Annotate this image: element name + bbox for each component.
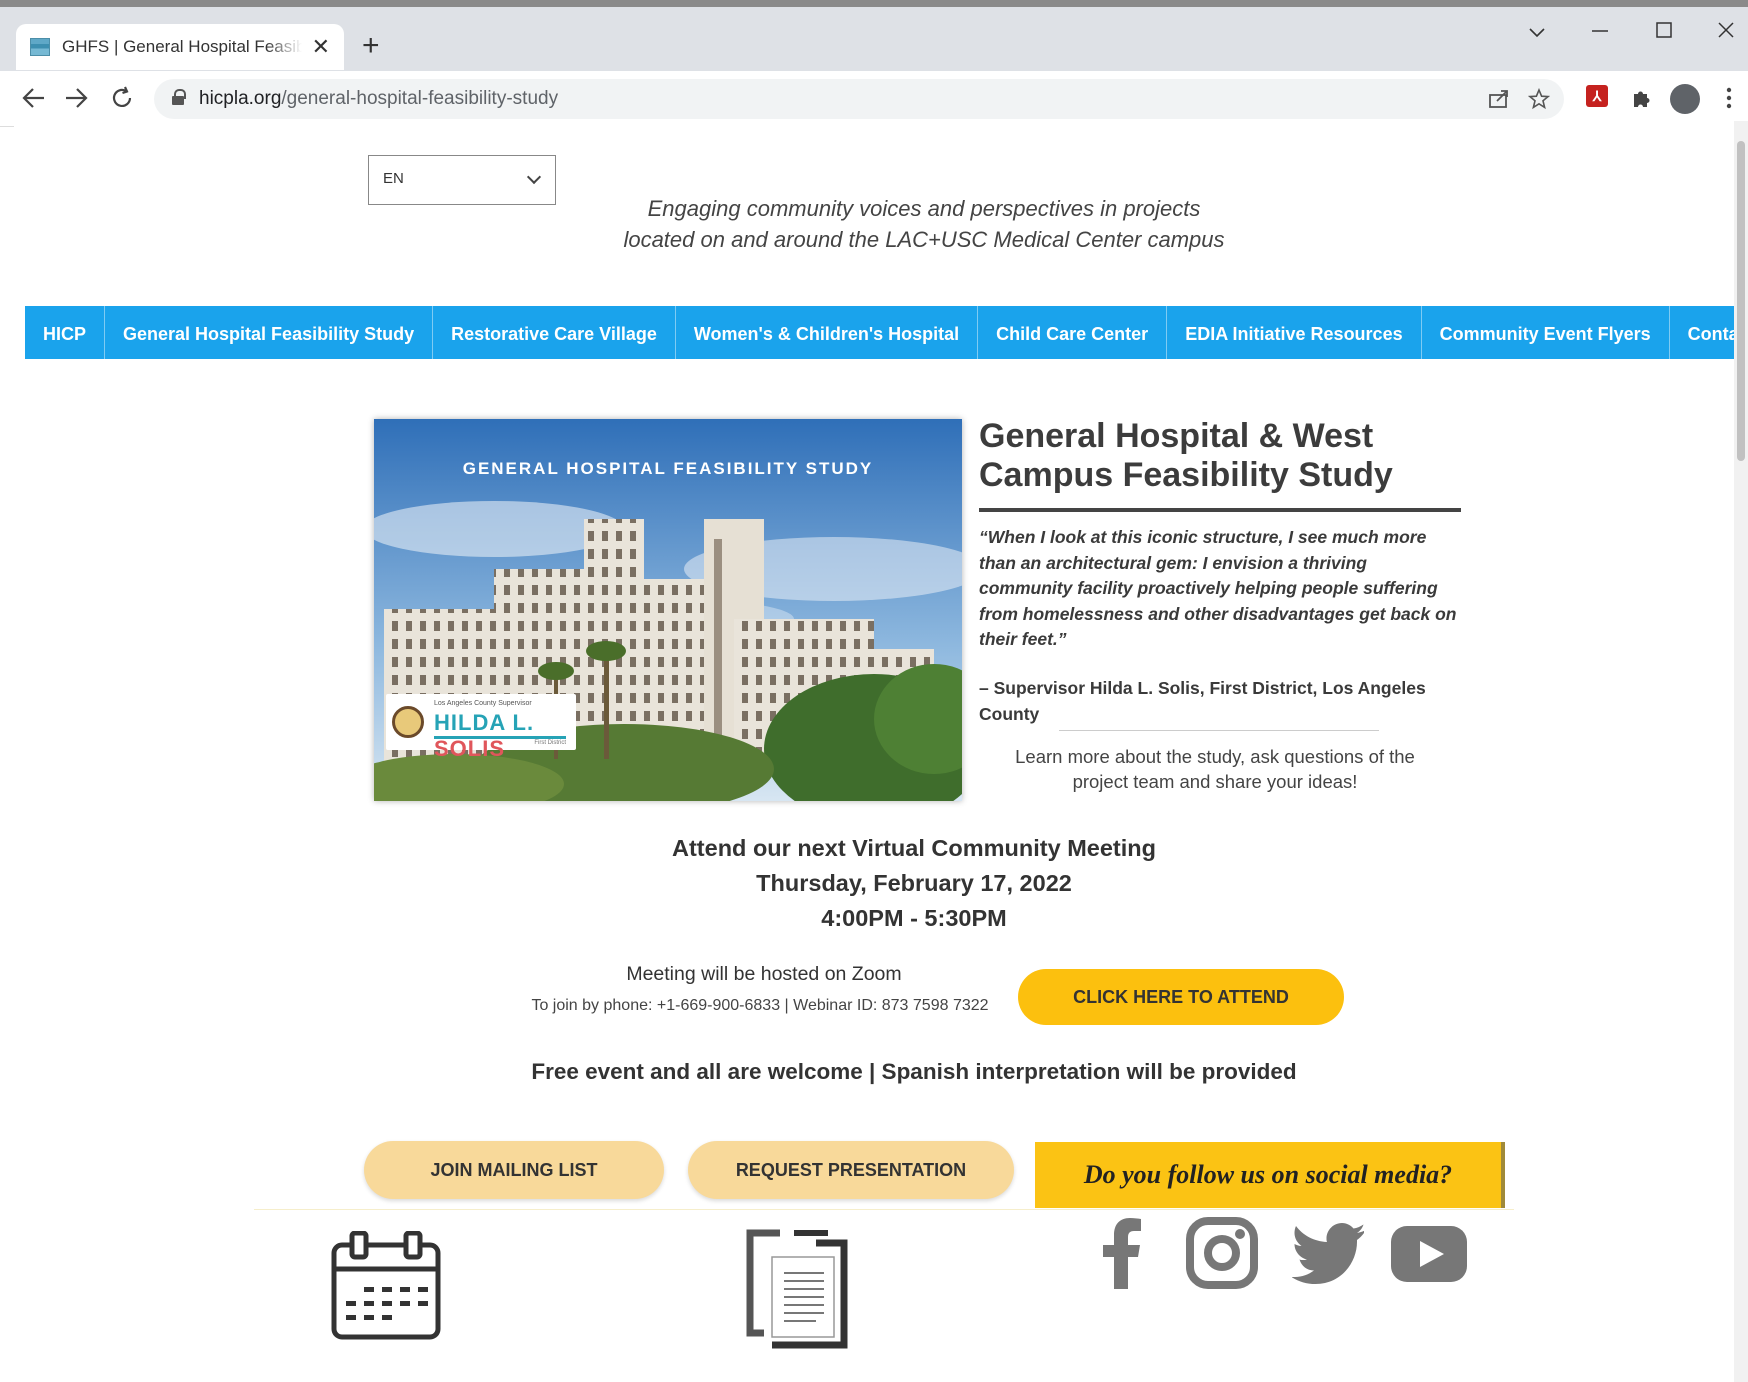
address-bar[interactable]: hicpla.org/general-hospital-feasibility-… — [154, 79, 1564, 119]
close-tab-icon[interactable]: ✕ — [312, 36, 330, 58]
main-navigation: HICP General Hospital Feasibility Study … — [25, 306, 1748, 362]
extensions-puzzle-icon[interactable] — [1630, 87, 1652, 109]
social-media-banner: Do you follow us on social media? — [1035, 1142, 1501, 1208]
pdf-extension-icon[interactable]: ⅄ — [1586, 85, 1608, 107]
back-arrow-icon[interactable] — [22, 87, 46, 109]
nav-item-hicp[interactable]: HICP — [25, 306, 106, 359]
close-window-icon[interactable] — [1718, 22, 1734, 38]
quote-attribution: – Supervisor Hilda L. Solis, First Distr… — [979, 678, 1426, 724]
meeting-phone-text: To join by phone: +1-669-900-6833 | Webi… — [531, 997, 989, 1014]
request-presentation-button[interactable]: REQUEST PRESENTATION — [688, 1141, 1014, 1199]
meeting-heading: Attend our next Virtual Community Meetin… — [672, 835, 1156, 861]
footer-separator — [254, 1209, 1514, 1210]
meeting-time: 4:00PM - 5:30PM — [821, 905, 1007, 931]
calendar-icon[interactable] — [330, 1231, 442, 1343]
section-divider — [1059, 730, 1379, 731]
twitter-icon[interactable] — [1292, 1223, 1364, 1285]
bookmark-star-icon[interactable] — [1528, 88, 1550, 110]
document-icon[interactable] — [744, 1229, 854, 1349]
youtube-icon[interactable] — [1390, 1225, 1468, 1283]
chevron-down-icon — [526, 169, 542, 185]
tab-search-chevron-icon[interactable] — [1528, 27, 1546, 39]
nav-item-womens-childrens-hospital[interactable]: Women's & Children's Hospital — [676, 306, 979, 359]
nav-item-general-hospital-feasibility-study[interactable]: General Hospital Feasibility Study — [105, 306, 434, 359]
title-divider — [979, 508, 1461, 512]
minimize-icon[interactable] — [1592, 29, 1608, 33]
attend-button[interactable]: CLICK HERE TO ATTEND — [1018, 969, 1344, 1025]
language-selected-value: EN — [383, 170, 404, 187]
language-select[interactable]: EN — [368, 155, 556, 205]
page-scrollbar[interactable] — [1734, 121, 1748, 1382]
lock-icon[interactable] — [172, 89, 186, 105]
profile-avatar[interactable] — [1670, 84, 1700, 114]
browser-chrome: GHFS | General Hospital Feasibility Stud… — [0, 0, 1748, 127]
learn-more-text: Learn more about the study, ask question… — [1015, 746, 1415, 792]
page-title: General Hospital & West Campus Feasibili… — [979, 417, 1393, 494]
meeting-announcement: Attend our next Virtual Community Meetin… — [494, 831, 1334, 936]
meeting-date: Thursday, February 17, 2022 — [756, 870, 1072, 896]
page-content: EN Engaging community voices and perspec… — [14, 121, 1748, 1382]
nav-item-child-care-center[interactable]: Child Care Center — [978, 306, 1168, 359]
meeting-host-text: Meeting will be hosted on Zoom — [626, 963, 902, 985]
supervisor-badge: Los Angeles County Supervisor HILDA L. S… — [386, 694, 576, 761]
free-event-text: Free event and all are welcome | Spanish… — [531, 1059, 1297, 1084]
menu-dots-icon[interactable] — [1726, 87, 1732, 109]
reload-icon[interactable] — [110, 86, 134, 110]
share-icon[interactable] — [1488, 89, 1510, 109]
hero-banner-text: GENERAL HOSPITAL FEASIBILITY STUDY — [462, 459, 874, 478]
supervisor-quote: “When I look at this iconic structure, I… — [979, 527, 1457, 649]
badge-district: First District — [534, 740, 566, 746]
new-tab-icon[interactable]: + — [362, 31, 380, 61]
forward-arrow-icon[interactable] — [64, 87, 88, 109]
join-mailing-list-button[interactable]: JOIN MAILING LIST — [364, 1141, 664, 1199]
nav-item-restorative-care-village[interactable]: Restorative Care Village — [433, 306, 676, 359]
url-text[interactable]: hicpla.org/general-hospital-feasibility-… — [199, 88, 558, 110]
badge-subtitle: Los Angeles County Supervisor — [434, 700, 532, 707]
nav-item-community-event-flyers[interactable]: Community Event Flyers — [1422, 306, 1670, 359]
badge-underline — [434, 736, 566, 739]
browser-toolbar: hicpla.org/general-hospital-feasibility-… — [0, 71, 1748, 127]
instagram-icon[interactable] — [1186, 1217, 1258, 1289]
site-favicon-icon — [30, 38, 50, 56]
nav-item-edia-initiative-resources[interactable]: EDIA Initiative Resources — [1167, 306, 1422, 359]
site-tagline: Engaging community voices and perspectiv… — [574, 193, 1274, 255]
maximize-icon[interactable] — [1656, 22, 1672, 38]
tab-title: GHFS | General Hospital Feasibility Stud… — [62, 37, 302, 56]
tagline-line-2: located on and around the LAC+USC Medica… — [623, 227, 1225, 252]
tagline-line-1: Engaging community voices and perspectiv… — [647, 196, 1201, 221]
facebook-icon[interactable] — [1100, 1217, 1144, 1289]
browser-tab[interactable]: GHFS | General Hospital Feasibility Stud… — [16, 24, 344, 70]
hero-image: GENERAL HOSPITAL FEASIBILITY STUDY Los A… — [374, 419, 962, 801]
scrollbar-thumb[interactable] — [1737, 141, 1745, 461]
county-seal-icon — [392, 706, 424, 738]
